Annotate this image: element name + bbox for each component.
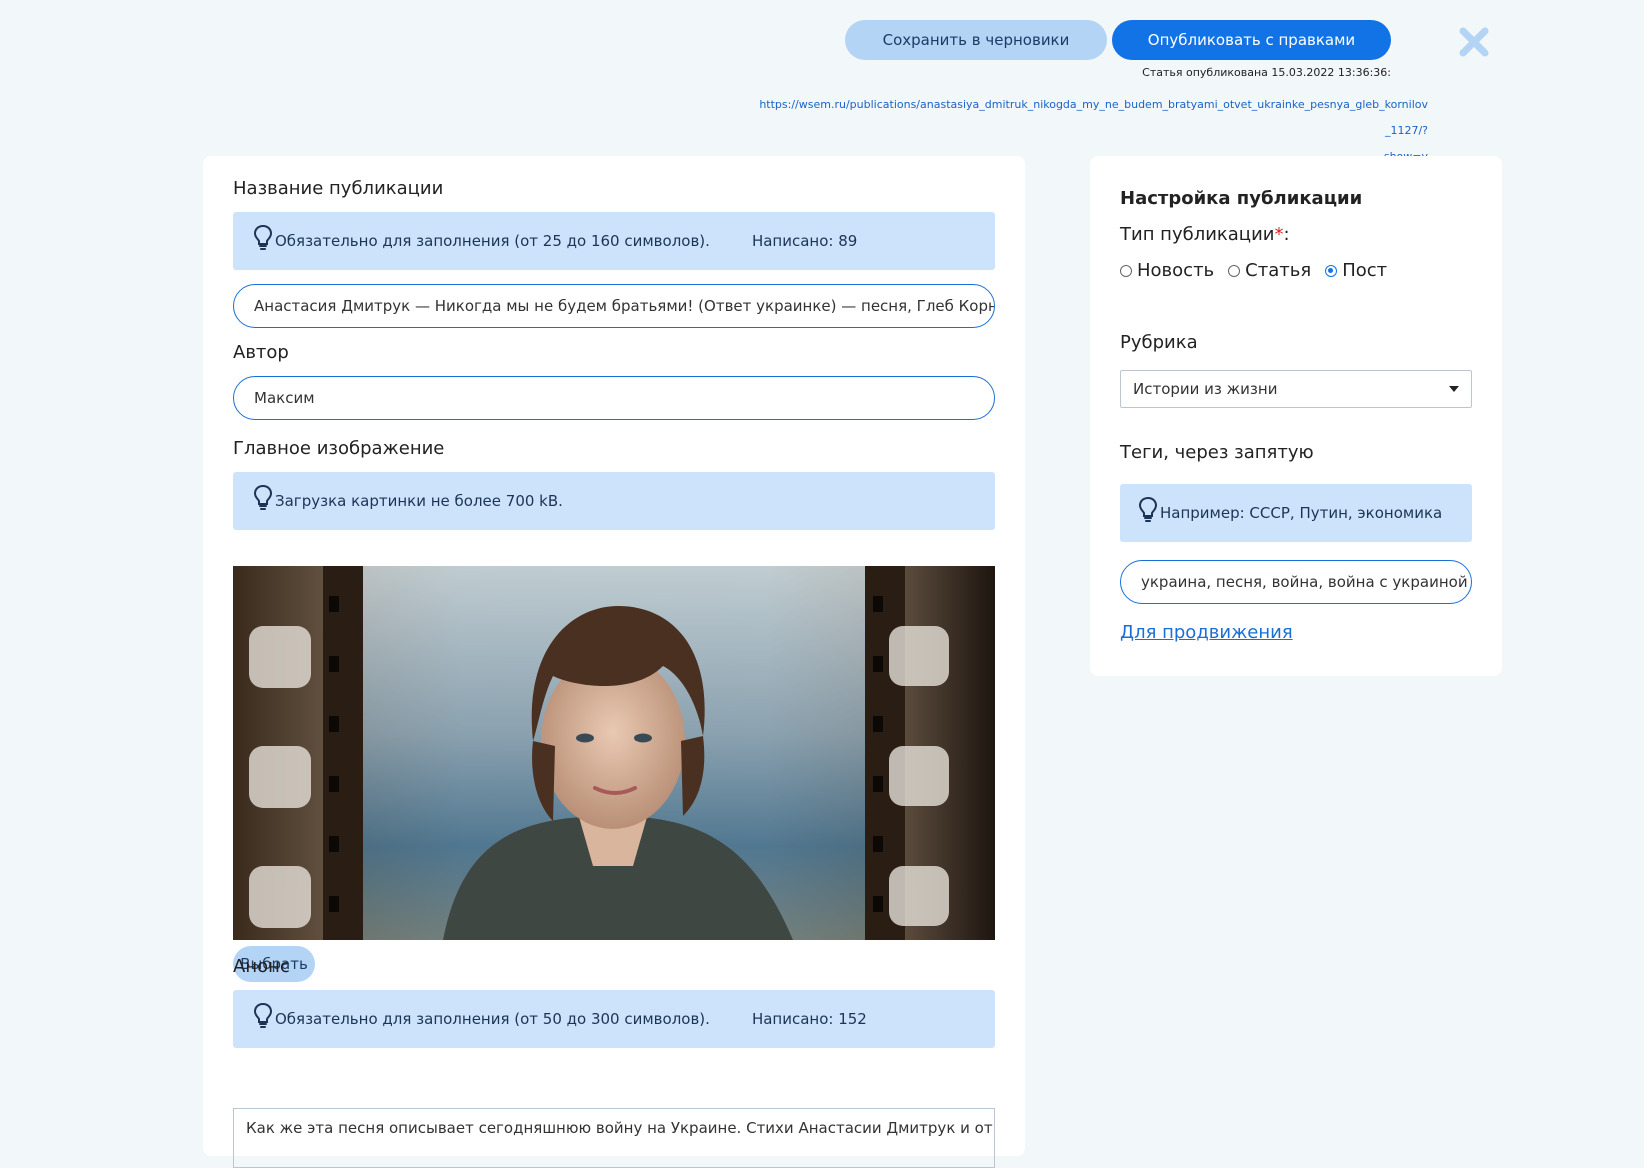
title-hint-text: Обязательно для заполнения (от 25 до 160… [275, 232, 710, 250]
anons-label: Анонс [233, 956, 290, 977]
type-label-colon: : [1283, 224, 1290, 245]
lightbulb-icon [253, 1002, 273, 1028]
radio-news-button[interactable] [1120, 264, 1132, 277]
image-hint-text: Загрузка картинки не более 700 kB. [275, 492, 563, 510]
promotion-link[interactable]: Для продвижения [1120, 622, 1293, 643]
publication-settings-card: Настройка публикации Тип публикации*: Но… [1090, 156, 1502, 676]
save-draft-button[interactable]: Сохранить в черновики [845, 20, 1107, 60]
rubric-select[interactable]: Истории из жизни [1120, 370, 1472, 408]
tags-input[interactable]: украина, песня, война, война с украиной [1120, 560, 1472, 604]
radio-article[interactable]: Статья [1228, 260, 1311, 281]
publication-form-card: Название публикации Обязательно для запо… [203, 156, 1025, 1168]
type-radio-group: Новость Статья Пост [1120, 260, 1387, 281]
radio-post-label: Пост [1342, 260, 1388, 281]
anons-char-count: Написано: 152 [751, 1010, 867, 1028]
image-hint: Загрузка картинки не более 700 kB. [233, 472, 995, 530]
publication-status: Статья опубликована 15.03.2022 13:36:36: [1142, 66, 1391, 79]
title-hint: Обязательно для заполнения (от 25 до 160… [233, 212, 995, 270]
rubric-label: Рубрика [1120, 332, 1198, 353]
main-image-preview [233, 566, 995, 940]
tags-label: Теги, через запятую [1120, 442, 1314, 463]
tags-hint: Например: СССР, Путин, экономика [1120, 484, 1472, 542]
url-line-1[interactable]: https://wsem.ru/publications/anastasiya_… [759, 98, 1428, 137]
lightbulb-icon [253, 484, 273, 510]
lightbulb-icon [253, 224, 273, 250]
chevron-down-icon [1449, 386, 1459, 392]
author-label: Автор [233, 342, 289, 363]
author-input[interactable]: Максим [233, 376, 995, 420]
radio-post-button[interactable] [1325, 264, 1338, 277]
rubric-selected-value: Истории из жизни [1133, 380, 1278, 398]
tags-hint-text: Например: СССР, Путин, экономика [1160, 504, 1443, 522]
lightbulb-icon [1138, 496, 1158, 522]
radio-post[interactable]: Пост [1325, 260, 1387, 281]
radio-article-button[interactable] [1228, 264, 1241, 277]
close-icon[interactable] [1458, 26, 1490, 58]
anons-textarea[interactable]: Как же эта песня описывает сегодняшнюю в… [233, 1108, 995, 1168]
main-image-label: Главное изображение [233, 438, 445, 459]
anons-hint-text: Обязательно для заполнения (от 50 до 300… [275, 1010, 710, 1028]
anons-hint: Обязательно для заполнения (от 50 до 300… [233, 990, 995, 1048]
title-label: Название публикации [233, 178, 444, 199]
type-label: Тип публикации*: [1120, 224, 1290, 245]
type-label-text: Тип публикации [1120, 224, 1275, 245]
title-input[interactable]: Анастасия Дмитрук — Никогда мы не будем … [233, 284, 995, 328]
publish-button[interactable]: Опубликовать с правками [1112, 20, 1391, 60]
radio-news[interactable]: Новость [1120, 260, 1214, 281]
settings-title: Настройка публикации [1120, 188, 1363, 209]
title-char-count: Написано: 89 [751, 232, 858, 250]
radio-article-label: Статья [1245, 260, 1312, 281]
radio-news-label: Новость [1137, 260, 1215, 281]
